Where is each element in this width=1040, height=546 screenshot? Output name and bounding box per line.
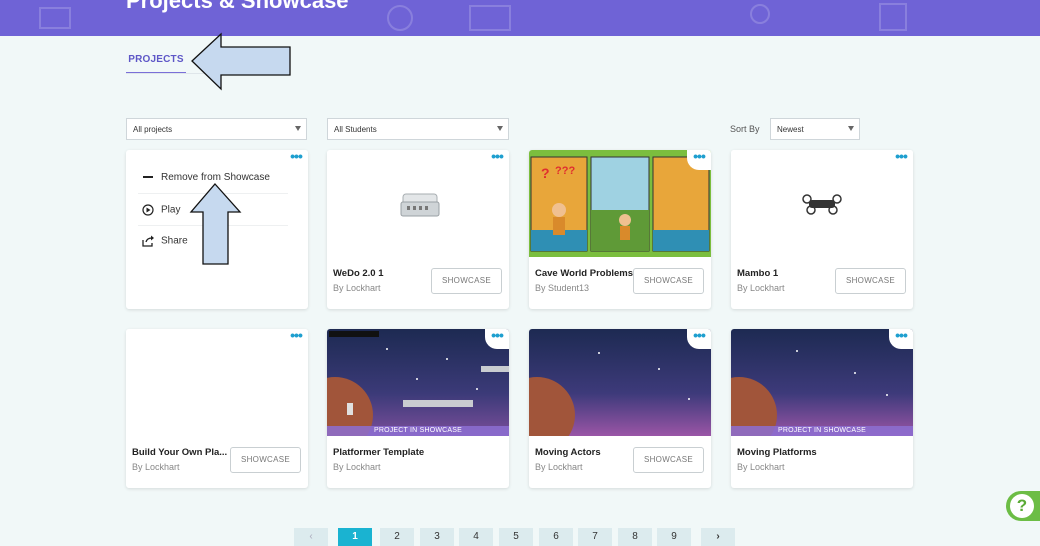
- project-title: Platformer Template: [333, 447, 425, 458]
- question-marks-label: ???: [555, 165, 575, 177]
- help-icon: ?: [1010, 494, 1034, 518]
- projects-filter-select[interactable]: All projects: [126, 118, 307, 140]
- more-options-icon[interactable]: •••: [485, 329, 509, 349]
- cave-world-image: ? ???: [530, 156, 710, 252]
- chevron-down-icon: [848, 126, 854, 131]
- more-options-icon[interactable]: •••: [284, 150, 308, 170]
- annotation-arrow-up: [189, 183, 242, 265]
- page-title: Projects & Showcase: [126, 0, 349, 13]
- showcase-button[interactable]: SHOWCASE: [835, 268, 906, 294]
- project-thumbnail: PROJECT IN SHOWCASE: [731, 329, 913, 436]
- more-options-icon[interactable]: •••: [687, 150, 711, 170]
- showcase-banner: PROJECT IN SHOWCASE: [731, 426, 913, 436]
- tab-projects[interactable]: PROJECTS: [126, 48, 186, 74]
- showcase-button[interactable]: SHOWCASE: [633, 268, 704, 294]
- pagination-page-1[interactable]: 1: [338, 528, 372, 546]
- more-options-icon[interactable]: •••: [284, 329, 308, 349]
- pagination-next[interactable]: ›: [701, 528, 735, 546]
- project-thumbnail: [327, 150, 509, 257]
- page-header: Projects & Showcase: [0, 0, 1040, 36]
- space-scene-image: [529, 329, 711, 436]
- chevron-down-icon: [295, 126, 301, 131]
- sort-label: Sort By: [730, 124, 760, 134]
- menu-item-label: Share: [161, 235, 188, 247]
- play-item[interactable]: Play: [142, 204, 180, 216]
- pagination-page-5[interactable]: 5: [499, 528, 533, 546]
- showcase-button[interactable]: SHOWCASE: [230, 447, 301, 473]
- help-button[interactable]: ?: [1006, 491, 1040, 521]
- project-thumbnail: [529, 329, 711, 436]
- project-thumbnail: [126, 329, 308, 436]
- share-item[interactable]: Share: [142, 235, 188, 247]
- project-author: By Lockhart: [737, 283, 785, 293]
- project-title: Build Your Own Pla...: [132, 447, 228, 458]
- showcase-button[interactable]: SHOWCASE: [431, 268, 502, 294]
- mambo-drone-image: [802, 194, 842, 215]
- chevron-down-icon: [497, 126, 503, 131]
- project-card[interactable]: ? ??? ••• Cave World Problems By Student…: [529, 150, 711, 309]
- project-author: By Lockhart: [737, 462, 785, 472]
- more-options-icon[interactable]: •••: [889, 150, 913, 170]
- annotation-arrow-left: [191, 32, 291, 91]
- pagination-page-7[interactable]: 7: [578, 528, 612, 546]
- project-card[interactable]: PROJECT IN SHOWCASE ••• Platformer Templ…: [327, 329, 509, 488]
- share-icon: [142, 235, 154, 247]
- sort-select[interactable]: Newest: [770, 118, 860, 140]
- pagination-prev[interactable]: ‹: [294, 528, 328, 546]
- project-thumbnail: [731, 150, 913, 257]
- pagination-page-2[interactable]: 2: [380, 528, 414, 546]
- space-scene-image: [327, 329, 509, 436]
- project-title: Moving Actors: [535, 447, 601, 458]
- play-circle-icon: [142, 204, 154, 216]
- project-author: By Lockhart: [333, 462, 381, 472]
- minus-icon: [143, 176, 153, 179]
- project-card[interactable]: PROJECT IN SHOWCASE ••• Moving Platforms…: [731, 329, 913, 488]
- pagination-page-3[interactable]: 3: [420, 528, 454, 546]
- more-options-icon[interactable]: •••: [687, 329, 711, 349]
- students-filter-value: All Students: [334, 125, 377, 134]
- more-options-icon[interactable]: •••: [889, 329, 913, 349]
- project-thumbnail: PROJECT IN SHOWCASE: [327, 329, 509, 436]
- pagination-page-4[interactable]: 4: [459, 528, 493, 546]
- pagination-page-9[interactable]: 9: [657, 528, 691, 546]
- showcase-button[interactable]: SHOWCASE: [633, 447, 704, 473]
- sort-value: Newest: [777, 125, 804, 134]
- project-author: By Lockhart: [132, 462, 180, 472]
- space-scene-image: [731, 329, 913, 436]
- project-author: By Lockhart: [333, 283, 381, 293]
- pagination-page-8[interactable]: 8: [618, 528, 652, 546]
- wedo-hub-image: [400, 193, 440, 217]
- menu-item-label: Play: [161, 204, 181, 216]
- more-options-icon[interactable]: •••: [485, 150, 509, 170]
- project-title: Mambo 1: [737, 268, 779, 279]
- showcase-banner: PROJECT IN SHOWCASE: [327, 426, 509, 436]
- students-filter-select[interactable]: All Students: [327, 118, 509, 140]
- project-thumbnail: ? ???: [529, 150, 711, 257]
- project-author: By Student13: [535, 283, 590, 293]
- project-card[interactable]: ••• Moving Actors By Lockhart SHOWCASE: [529, 329, 711, 488]
- project-title: Cave World Problems: [535, 268, 634, 279]
- projects-filter-value: All projects: [133, 125, 173, 134]
- project-title: WeDo 2.0 1: [333, 268, 384, 279]
- pagination-page-6[interactable]: 6: [539, 528, 573, 546]
- project-card[interactable]: ••• Build Your Own Pla... By Lockhart SH…: [126, 329, 308, 488]
- project-card[interactable]: ••• Mambo 1 By Lockhart SHOWCASE: [731, 150, 913, 309]
- project-title: Moving Platforms: [737, 447, 817, 458]
- question-mark-label: ?: [541, 165, 550, 181]
- project-author: By Lockhart: [535, 462, 583, 472]
- project-card[interactable]: ••• WeDo 2.0 1 By Lockhart SHOWCASE: [327, 150, 509, 309]
